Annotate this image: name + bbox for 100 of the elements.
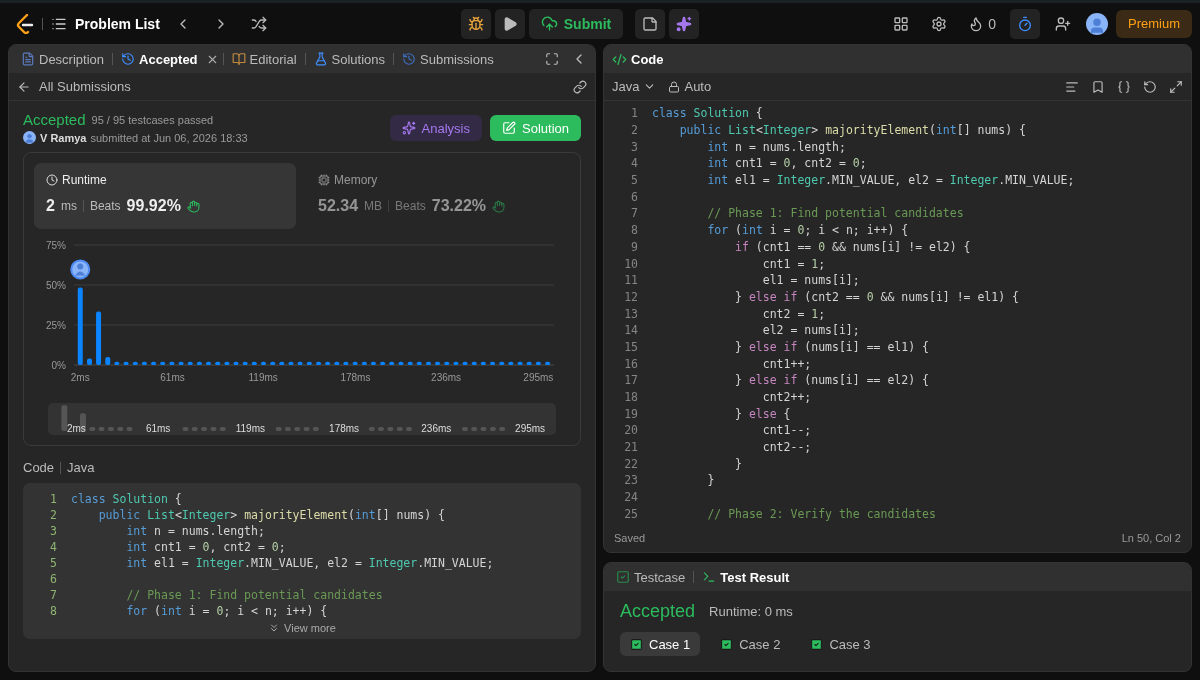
line-number: 12	[623, 289, 638, 304]
analysis-button[interactable]: Analysis	[389, 115, 482, 141]
navigator-bar	[98, 427, 105, 431]
expand-icon[interactable]	[1169, 79, 1183, 94]
navigator-bar	[387, 427, 394, 431]
chart-bar	[462, 361, 468, 365]
chart-bar	[416, 361, 422, 365]
navigator-bar	[396, 427, 403, 431]
line-number: 6	[49, 572, 57, 586]
line-number: 21	[623, 440, 638, 455]
code-line: public List<Integer> majorityElement(int[] nums) {	[678, 123, 1026, 138]
problem-list-link[interactable]: Problem List	[75, 15, 160, 32]
chart-bar	[370, 361, 376, 365]
runtime-text: Runtime: 0 ms	[709, 604, 793, 619]
axis-label: 61ms	[160, 372, 185, 383]
premium-button[interactable]: Premium	[1116, 9, 1192, 38]
note-icon	[642, 15, 659, 32]
reset-icon[interactable]	[1143, 79, 1157, 94]
line-number: 8	[630, 223, 638, 238]
case-tab[interactable]: Case 3	[800, 632, 881, 656]
panel-tab[interactable]: Submissions	[398, 47, 498, 71]
case-tab[interactable]: Case 1	[620, 632, 701, 656]
bug-icon	[467, 15, 484, 32]
code-line: } else if (nums[i] == el2) {	[734, 373, 929, 388]
timer-button[interactable]	[1010, 8, 1040, 39]
check-icon	[810, 637, 824, 651]
axis-label: 2ms	[70, 372, 90, 383]
navigator-bar	[303, 427, 310, 431]
hand-icon	[186, 199, 200, 213]
axis-label: 178ms	[329, 423, 360, 434]
chart-bar	[508, 361, 514, 365]
bookmark-icon[interactable]	[1091, 79, 1105, 94]
fullscreen-icon[interactable]	[545, 52, 559, 66]
logo-icon[interactable]	[16, 13, 34, 34]
lock-icon	[668, 80, 681, 93]
all-submissions-link[interactable]: All Submissions	[39, 79, 131, 94]
view-more-button[interactable]: View more	[262, 621, 342, 635]
chart-bar	[123, 361, 129, 365]
line-number: 1	[630, 106, 638, 121]
line-number: 5	[49, 556, 57, 570]
panel-tab[interactable]: Editorial	[227, 47, 301, 71]
metric-card[interactable]: Memory 52.34 MB Beats 73.22%	[306, 163, 568, 229]
chart-bar	[224, 361, 230, 365]
user-name[interactable]: V Ramya	[40, 131, 87, 144]
terminal-icon	[702, 570, 717, 584]
code-line: int n = nums.length;	[125, 524, 265, 538]
line-number: 23	[623, 473, 638, 488]
axis-label: 2ms	[66, 423, 86, 434]
metric-card[interactable]: Runtime 2 ms Beats 99.92%	[34, 163, 296, 229]
panel-tab[interactable]: Description	[17, 47, 109, 71]
code-line: el1 = nums[i];	[761, 273, 860, 288]
chart-bar	[251, 361, 257, 365]
navigator-bar	[406, 427, 412, 431]
language-dropdown[interactable]: Java	[612, 71, 657, 102]
code-line: } else {	[734, 406, 791, 421]
shuffle-icon	[250, 15, 267, 32]
chart-bar	[132, 361, 138, 365]
line-number: 2	[49, 508, 57, 522]
braces-icon[interactable]	[1117, 79, 1131, 94]
axis-label: 295ms	[523, 372, 554, 383]
edit-icon	[502, 121, 516, 135]
panel-tab[interactable]: Solutions	[309, 47, 389, 71]
range-navigator[interactable]	[48, 403, 556, 435]
axis-label: 295ms	[515, 423, 546, 434]
line-number: 5	[630, 173, 638, 188]
user-avatar[interactable]	[1086, 12, 1108, 35]
chart-bar	[480, 361, 486, 365]
sparkle-button[interactable]	[669, 8, 700, 39]
code-line: int el1 = Integer.MIN_VALUE, el2 = Integer.MIN_VALUE;	[125, 556, 494, 570]
panel-tab[interactable]: Accepted	[117, 47, 202, 71]
chart-bar	[297, 361, 303, 365]
chart-bar	[141, 361, 147, 365]
note-button[interactable]	[635, 8, 666, 39]
streak-button[interactable]: 0	[962, 8, 1002, 39]
navigator-bar	[312, 427, 319, 431]
book-icon	[231, 52, 246, 66]
chart-bar	[233, 361, 239, 365]
navigator-bar	[275, 427, 282, 431]
panel-tab[interactable]: Testcase	[612, 565, 690, 589]
code-line: for (int i = 0; i < n; i++) {	[125, 604, 328, 618]
line-number: 1	[49, 492, 57, 506]
code-label: Code	[23, 460, 55, 475]
format-icon[interactable]	[1065, 79, 1079, 94]
panel-tab[interactable]: Test Result	[698, 565, 794, 589]
run-button[interactable]	[494, 8, 525, 39]
chart-bar	[380, 361, 386, 365]
chart-bar	[361, 361, 367, 365]
code-line: if (cnt1 == 0 && nums[i] != el2) {	[734, 239, 971, 254]
panel-title: Code	[631, 51, 664, 67]
submit-button[interactable]: Submit	[528, 8, 624, 39]
line-number: 15	[623, 339, 638, 354]
debug-button[interactable]	[460, 8, 491, 39]
chart-bar	[87, 358, 92, 365]
chart-bar	[279, 361, 285, 365]
code-line: class Solution {	[652, 106, 763, 121]
code-line: cnt2--;	[761, 440, 812, 455]
navigator-bar	[117, 427, 124, 431]
case-tab[interactable]: Case 2	[710, 632, 791, 656]
link-icon[interactable]	[573, 79, 587, 94]
mode-label[interactable]: Auto	[684, 79, 712, 94]
